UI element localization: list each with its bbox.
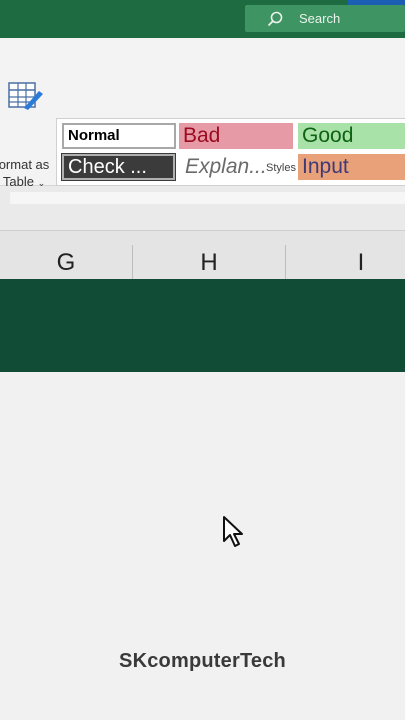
search-box[interactable]: Search bbox=[245, 5, 405, 32]
selected-cells[interactable] bbox=[0, 279, 405, 372]
search-icon bbox=[267, 11, 283, 27]
style-bad[interactable]: Bad bbox=[179, 123, 293, 149]
style-good[interactable]: Good bbox=[298, 123, 405, 149]
ribbon: ormat as Table ⌄ Normal Bad Good Check .… bbox=[0, 38, 405, 189]
search-placeholder: Search bbox=[299, 11, 341, 26]
style-check-cell[interactable]: Check ... bbox=[61, 153, 176, 181]
style-normal[interactable]: Normal bbox=[62, 123, 176, 149]
watermark-text: SKcomputerTech bbox=[119, 650, 286, 672]
table-grid-icon bbox=[6, 80, 44, 117]
styles-group-label: Styles bbox=[266, 162, 296, 174]
column-header-h[interactable]: H bbox=[133, 231, 285, 279]
formula-bar[interactable] bbox=[10, 192, 405, 204]
mouse-pointer-icon bbox=[222, 515, 246, 554]
style-input[interactable]: Input bbox=[298, 154, 405, 180]
column-header-g[interactable]: G bbox=[0, 231, 132, 279]
formula-bar-area bbox=[0, 186, 405, 230]
cell-styles-gallery: Normal Bad Good Check ... Explan... Inpu… bbox=[56, 118, 405, 186]
column-headers: G H I bbox=[0, 230, 405, 279]
format-as-table-button[interactable]: ormat as Table ⌄ bbox=[0, 80, 56, 190]
column-header-i[interactable]: I bbox=[286, 231, 405, 279]
title-bar: Search bbox=[0, 0, 405, 38]
